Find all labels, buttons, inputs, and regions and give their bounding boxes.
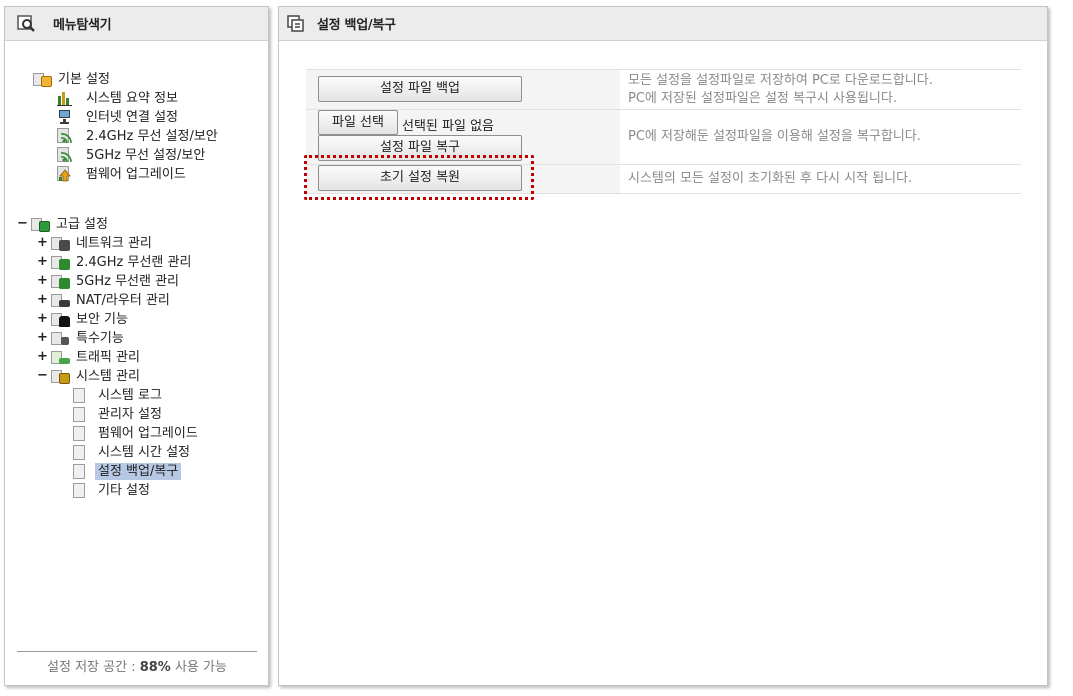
- tree-item-label: 특수기능: [76, 330, 124, 346]
- tree-advanced-settings[interactable]: − 고급 설정: [17, 215, 111, 233]
- file-status-text: 선택된 파일 없음: [402, 119, 494, 134]
- tree-item-24ghz-wlan-management[interactable]: + 2.4GHz 무선랜 관리: [37, 253, 194, 271]
- highlight-annotation: [304, 155, 534, 200]
- tree-basic-settings[interactable]: 기본 설정: [33, 70, 113, 88]
- page-icon: [73, 482, 85, 498]
- page-icon: [73, 444, 85, 460]
- basic-settings-folder-icon: [33, 71, 53, 87]
- restore-description: PC에 저장해둔 설정파일을 이용해 설정을 복구합니다.: [620, 110, 1021, 164]
- expand-icon[interactable]: +: [37, 255, 48, 268]
- advanced-settings-folder-icon: [31, 216, 51, 232]
- window-icon: [287, 14, 307, 33]
- tree-item-label: 펌웨어 업그레이드: [98, 425, 198, 441]
- storage-prefix: 설정 저장 공간 :: [47, 660, 140, 675]
- tree-item-traffic-management[interactable]: + 트래픽 관리: [37, 348, 143, 366]
- network-computer-icon: [57, 109, 73, 125]
- tree-item-security-functions[interactable]: + 보안 기능: [37, 310, 131, 328]
- content-header: 설정 백업/복구: [279, 7, 1047, 41]
- tree-item-5ghz-wlan-management[interactable]: + 5GHz 무선랜 관리: [37, 272, 182, 290]
- choose-file-button[interactable]: 파일 선택: [318, 110, 398, 135]
- tree-item-label: 설정 백업/복구: [95, 462, 182, 480]
- expand-icon[interactable]: +: [37, 274, 48, 287]
- tree-item-other-settings[interactable]: 기타 설정: [73, 481, 153, 499]
- tree-item-backup-restore[interactable]: 설정 백업/복구: [73, 462, 182, 480]
- wireless-icon: [57, 147, 73, 163]
- menu-explorer-panel: 메뉴탐색기 기본 설정 시스템 요약 정보 인터넷 연결 설정 2.4GHz 무…: [4, 6, 269, 686]
- expand-icon[interactable]: +: [37, 312, 48, 325]
- tree-item-system-summary[interactable]: 시스템 요약 정보: [57, 89, 181, 107]
- collapse-icon[interactable]: −: [37, 369, 48, 382]
- storage-percent: 88%: [139, 660, 171, 675]
- wireless-icon: [57, 128, 73, 144]
- tree-item-label: 네트워크 관리: [76, 235, 152, 251]
- tree-item-label: 시스템 시간 설정: [98, 444, 190, 460]
- tree-item-label: 2.4GHz 무선랜 관리: [76, 254, 192, 270]
- tree-item-system-management[interactable]: − 시스템 관리: [37, 367, 143, 385]
- tree-item-label: 기타 설정: [98, 482, 150, 498]
- tree-item-label: 5GHz 무선 설정/보안: [86, 147, 206, 163]
- tree-item-label: 시스템 로그: [98, 387, 162, 403]
- wireless-icon: [51, 273, 71, 289]
- tree-item-system-log[interactable]: 시스템 로그: [73, 386, 165, 404]
- expand-icon[interactable]: +: [37, 350, 48, 363]
- content-title: 설정 백업/복구: [317, 18, 396, 33]
- tree-advanced-settings-label: 고급 설정: [56, 216, 108, 232]
- upgrade-icon: [57, 166, 73, 182]
- tree-item-label: 인터넷 연결 설정: [86, 109, 178, 125]
- storage-status: 설정 저장 공간 : 88% 사용 가능: [17, 651, 257, 675]
- factory-reset-description: 시스템의 모든 설정이 초기화된 후 다시 시작 됩니다.: [620, 165, 1021, 193]
- factory-reset-desc-line1: 시스템의 모든 설정이 초기화된 후 다시 시작 됩니다.: [628, 171, 913, 186]
- lock-icon: [51, 311, 71, 327]
- storage-suffix: 사용 가능: [170, 660, 227, 675]
- page-icon: [73, 425, 85, 441]
- traffic-icon: [51, 349, 71, 365]
- expand-icon[interactable]: +: [37, 236, 48, 249]
- page-icon: [73, 387, 85, 403]
- restore-desc-line1: PC에 저장해둔 설정파일을 이용해 설정을 복구합니다.: [628, 129, 921, 144]
- tree-item-network-management[interactable]: + 네트워크 관리: [37, 234, 155, 252]
- backup-desc-line2: PC에 저장된 설정파일은 설정 복구시 사용됩니다.: [628, 90, 897, 106]
- tree-item-firmware-upgrade-sys[interactable]: 펌웨어 업그레이드: [73, 424, 201, 442]
- tree-item-label: 관리자 설정: [98, 406, 162, 422]
- magnifier-window-icon: [17, 14, 37, 33]
- tree-item-internet-connection[interactable]: 인터넷 연결 설정: [57, 108, 181, 126]
- expand-icon[interactable]: +: [37, 293, 48, 306]
- tree-item-admin-settings[interactable]: 관리자 설정: [73, 405, 165, 423]
- tree-item-label: 시스템 관리: [76, 368, 140, 384]
- tree-item-label: 펌웨어 업그레이드: [86, 166, 186, 182]
- page-icon: [73, 406, 85, 422]
- tree-item-label: 2.4GHz 무선 설정/보안: [86, 128, 218, 144]
- menu-explorer-title: 메뉴탐색기: [53, 18, 112, 33]
- tree-item-special-functions[interactable]: + 특수기능: [37, 329, 127, 347]
- backup-settings-button[interactable]: 설정 파일 백업: [318, 76, 522, 102]
- tree-item-firmware-upgrade[interactable]: 펌웨어 업그레이드: [57, 165, 189, 183]
- tree-basic-settings-label: 기본 설정: [58, 71, 110, 87]
- wireless-icon: [51, 254, 71, 270]
- tree-item-label: 보안 기능: [76, 311, 128, 327]
- tree-item-system-time[interactable]: 시스템 시간 설정: [73, 443, 193, 461]
- page-icon: [73, 463, 85, 479]
- network-icon: [51, 235, 71, 251]
- tree-item-label: 시스템 요약 정보: [86, 90, 178, 106]
- tree-item-5ghz-wireless-security[interactable]: 5GHz 무선 설정/보안: [57, 146, 208, 164]
- tree-item-nat-router-management[interactable]: + NAT/라우터 관리: [37, 291, 173, 309]
- tree-item-label: NAT/라우터 관리: [76, 292, 170, 308]
- collapse-icon[interactable]: −: [17, 217, 28, 230]
- backup-description: 모든 설정을 설정파일로 저장하여 PC로 다운로드합니다. PC에 저장된 설…: [620, 70, 1021, 109]
- tree-item-label: 5GHz 무선랜 관리: [76, 273, 180, 289]
- bar-chart-icon: [57, 90, 73, 106]
- tree-item-label: 트래픽 관리: [76, 349, 140, 365]
- system-icon: [51, 368, 71, 384]
- menu-explorer-header: 메뉴탐색기: [5, 7, 268, 41]
- expand-icon[interactable]: +: [37, 331, 48, 344]
- special-icon: [51, 330, 71, 346]
- backup-desc-line1: 모든 설정을 설정파일로 저장하여 PC로 다운로드합니다.: [628, 72, 933, 88]
- backup-row: 설정 파일 백업 모든 설정을 설정파일로 저장하여 PC로 다운로드합니다. …: [306, 69, 1021, 109]
- tree-item-24ghz-wireless-security[interactable]: 2.4GHz 무선 설정/보안: [57, 127, 221, 145]
- router-icon: [51, 292, 71, 308]
